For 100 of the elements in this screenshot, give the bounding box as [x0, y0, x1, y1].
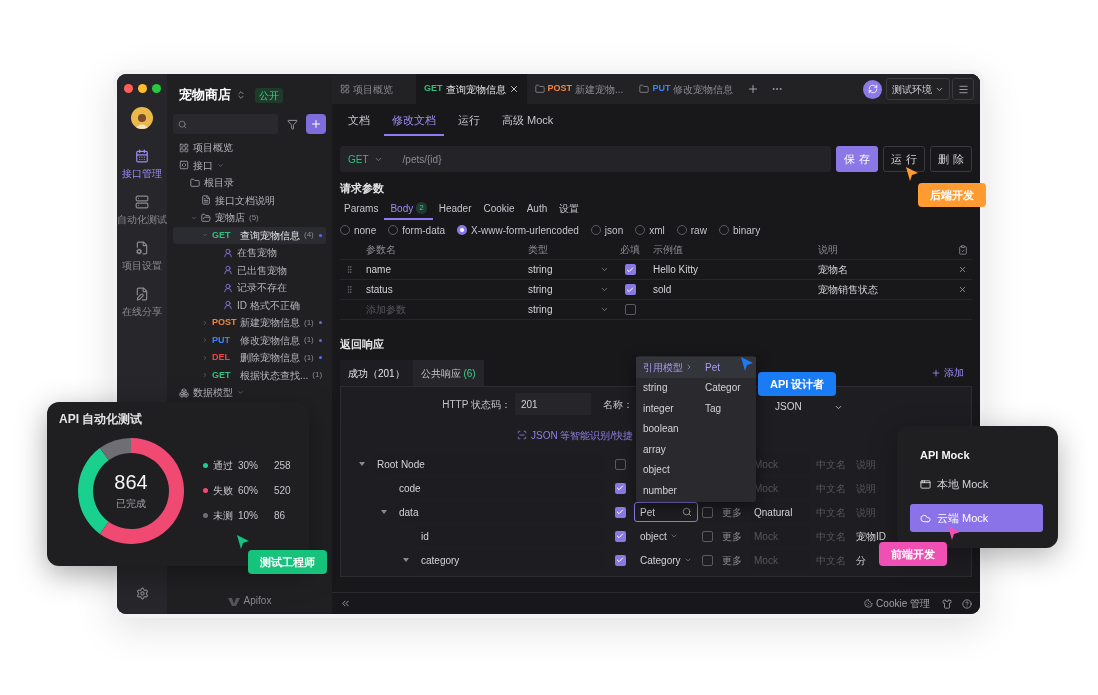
rail-nav-item[interactable]: 自动化测试: [117, 189, 167, 233]
sync-button[interactable]: [863, 79, 882, 99]
settings-icon[interactable]: [135, 587, 149, 600]
format-select[interactable]: JSON: [769, 401, 849, 413]
param-tab[interactable]: Auth: [520, 198, 554, 220]
more-link[interactable]: 更多: [722, 552, 742, 568]
checkbox[interactable]: [614, 554, 626, 566]
tree-item[interactable]: POST 新建宠物信息 (1): [173, 314, 326, 332]
cookie-manager-button[interactable]: Cookie 管理: [864, 596, 930, 611]
menu-item[interactable]: Categor: [700, 377, 756, 398]
checkbox[interactable]: [614, 530, 626, 542]
param-tab[interactable]: 设置: [553, 198, 586, 220]
minimize-button[interactable]: [138, 83, 147, 93]
delete-icon[interactable]: [958, 285, 967, 294]
checkbox[interactable]: [624, 284, 636, 295]
switch-icon[interactable]: [236, 90, 246, 100]
response-tab[interactable]: 公共响应 (6): [412, 360, 484, 386]
body-type-radio[interactable]: json: [590, 222, 624, 238]
mock-option[interactable]: 本地 Mock: [910, 470, 1043, 498]
search-field[interactable]: [173, 114, 278, 134]
menu-button[interactable]: [952, 78, 974, 100]
tree-item[interactable]: GET 查询宠物信息 (4): [173, 226, 326, 244]
action-button[interactable]: 保 存: [836, 146, 878, 172]
menu-item[interactable]: Pet: [700, 357, 756, 378]
checkbox[interactable]: [614, 458, 626, 470]
description-input[interactable]: 宠物销售状态: [818, 279, 956, 300]
drag-handle-icon[interactable]: [344, 285, 354, 294]
param-tab[interactable]: Body 2: [384, 198, 433, 220]
tree-item[interactable]: 记录不存在: [173, 279, 326, 297]
tree-item[interactable]: PUT 修改宠物信息 (1): [173, 331, 326, 349]
doc-tab[interactable]: 高级 Mock: [494, 106, 562, 136]
tree-item[interactable]: 在售宠物: [173, 244, 326, 262]
menu-item[interactable]: object: [636, 459, 700, 480]
add-link[interactable]: 添加: [931, 365, 964, 380]
tree-item[interactable]: 项目概览: [173, 139, 326, 157]
tree-item[interactable]: 宠物店 (5): [173, 209, 326, 227]
menu-item[interactable]: boolean: [636, 418, 700, 439]
avatar[interactable]: [131, 107, 153, 129]
menu-item[interactable]: number: [636, 480, 700, 501]
tree-item[interactable]: 接口: [173, 156, 326, 174]
checkbox[interactable]: [614, 506, 626, 518]
caret-icon[interactable]: [359, 462, 365, 466]
mock-input[interactable]: Mock: [754, 550, 806, 570]
close-icon[interactable]: [508, 84, 519, 94]
url-field[interactable]: GET /pets/{id}: [340, 146, 831, 172]
editor-tab[interactable]: GET 查询宠物信息: [416, 74, 527, 104]
more-link[interactable]: 更多: [722, 504, 742, 520]
mock-option[interactable]: 云端 Mock: [910, 504, 1043, 532]
description-field[interactable]: 分: [856, 552, 866, 568]
param-tab[interactable]: Header: [432, 198, 478, 220]
caret-icon[interactable]: [381, 510, 387, 514]
new-tab-icon[interactable]: [747, 83, 760, 95]
body-type-radio[interactable]: X-www-form-urlencoded: [457, 222, 579, 238]
example-input[interactable]: sold: [653, 279, 810, 300]
menu-item[interactable]: array: [636, 439, 700, 460]
menu-item[interactable]: 引用模型: [636, 357, 700, 378]
environment-select[interactable]: 测试环境: [886, 78, 950, 100]
status-code-input[interactable]: 201: [515, 393, 591, 415]
drag-handle-icon[interactable]: [344, 265, 354, 274]
tree-item[interactable]: 根目录: [173, 174, 326, 192]
checkbox[interactable]: [624, 264, 636, 275]
close-button[interactable]: [124, 83, 133, 93]
editor-tab[interactable]: PUT 修改宠物信息: [631, 74, 742, 104]
add-button[interactable]: [306, 114, 326, 134]
tree-item[interactable]: 数据模型: [173, 384, 326, 402]
param-name-input[interactable]: name: [366, 259, 520, 280]
rail-nav-item[interactable]: 项目设置: [117, 235, 167, 279]
body-type-radio[interactable]: binary: [718, 222, 761, 238]
example-input[interactable]: Hello Kitty: [653, 259, 810, 280]
tree-item[interactable]: ID 格式不正确: [173, 296, 326, 314]
type-select[interactable]: Category: [634, 552, 692, 568]
type-select[interactable]: string: [528, 262, 609, 277]
tree-item[interactable]: 接口文档说明: [173, 191, 326, 209]
help-icon[interactable]: [962, 598, 972, 609]
editor-tab[interactable]: 项目概览: [332, 74, 416, 104]
response-tab[interactable]: 成功（201）: [340, 360, 413, 386]
menu-item[interactable]: string: [636, 377, 700, 398]
checkbox[interactable]: [624, 304, 636, 315]
rail-nav-item[interactable]: 接口管理: [117, 143, 167, 187]
shirt-icon[interactable]: [942, 598, 952, 609]
action-button[interactable]: 删 除: [930, 146, 972, 172]
tree-item[interactable]: DEL 删除宠物信息 (1): [173, 349, 326, 367]
checklist-icon[interactable]: [958, 244, 968, 255]
param-tab[interactable]: Cookie: [477, 198, 521, 220]
type-select[interactable]: string: [528, 302, 609, 317]
checkbox[interactable]: [702, 530, 713, 542]
menu-item[interactable]: Tag: [700, 398, 756, 419]
description-field[interactable]: 宠物ID: [856, 528, 886, 544]
menu-item[interactable]: integer: [636, 398, 700, 419]
body-type-radio[interactable]: none: [340, 222, 377, 238]
tree-item[interactable]: 已出售宠物: [173, 261, 326, 279]
doc-tab[interactable]: 运行: [450, 106, 488, 136]
import-hint-link[interactable]: JSON 等智能识别/快捷: [531, 427, 634, 443]
checkbox[interactable]: [614, 482, 626, 494]
editor-tab[interactable]: POST 新建宠物...: [526, 74, 632, 104]
mock-input[interactable]: Mock: [754, 526, 806, 546]
collapse-icon[interactable]: [340, 598, 351, 609]
doc-tab[interactable]: 修改文档: [384, 106, 444, 136]
param-tab[interactable]: Params: [338, 198, 385, 220]
type-select[interactable]: string: [528, 282, 609, 297]
